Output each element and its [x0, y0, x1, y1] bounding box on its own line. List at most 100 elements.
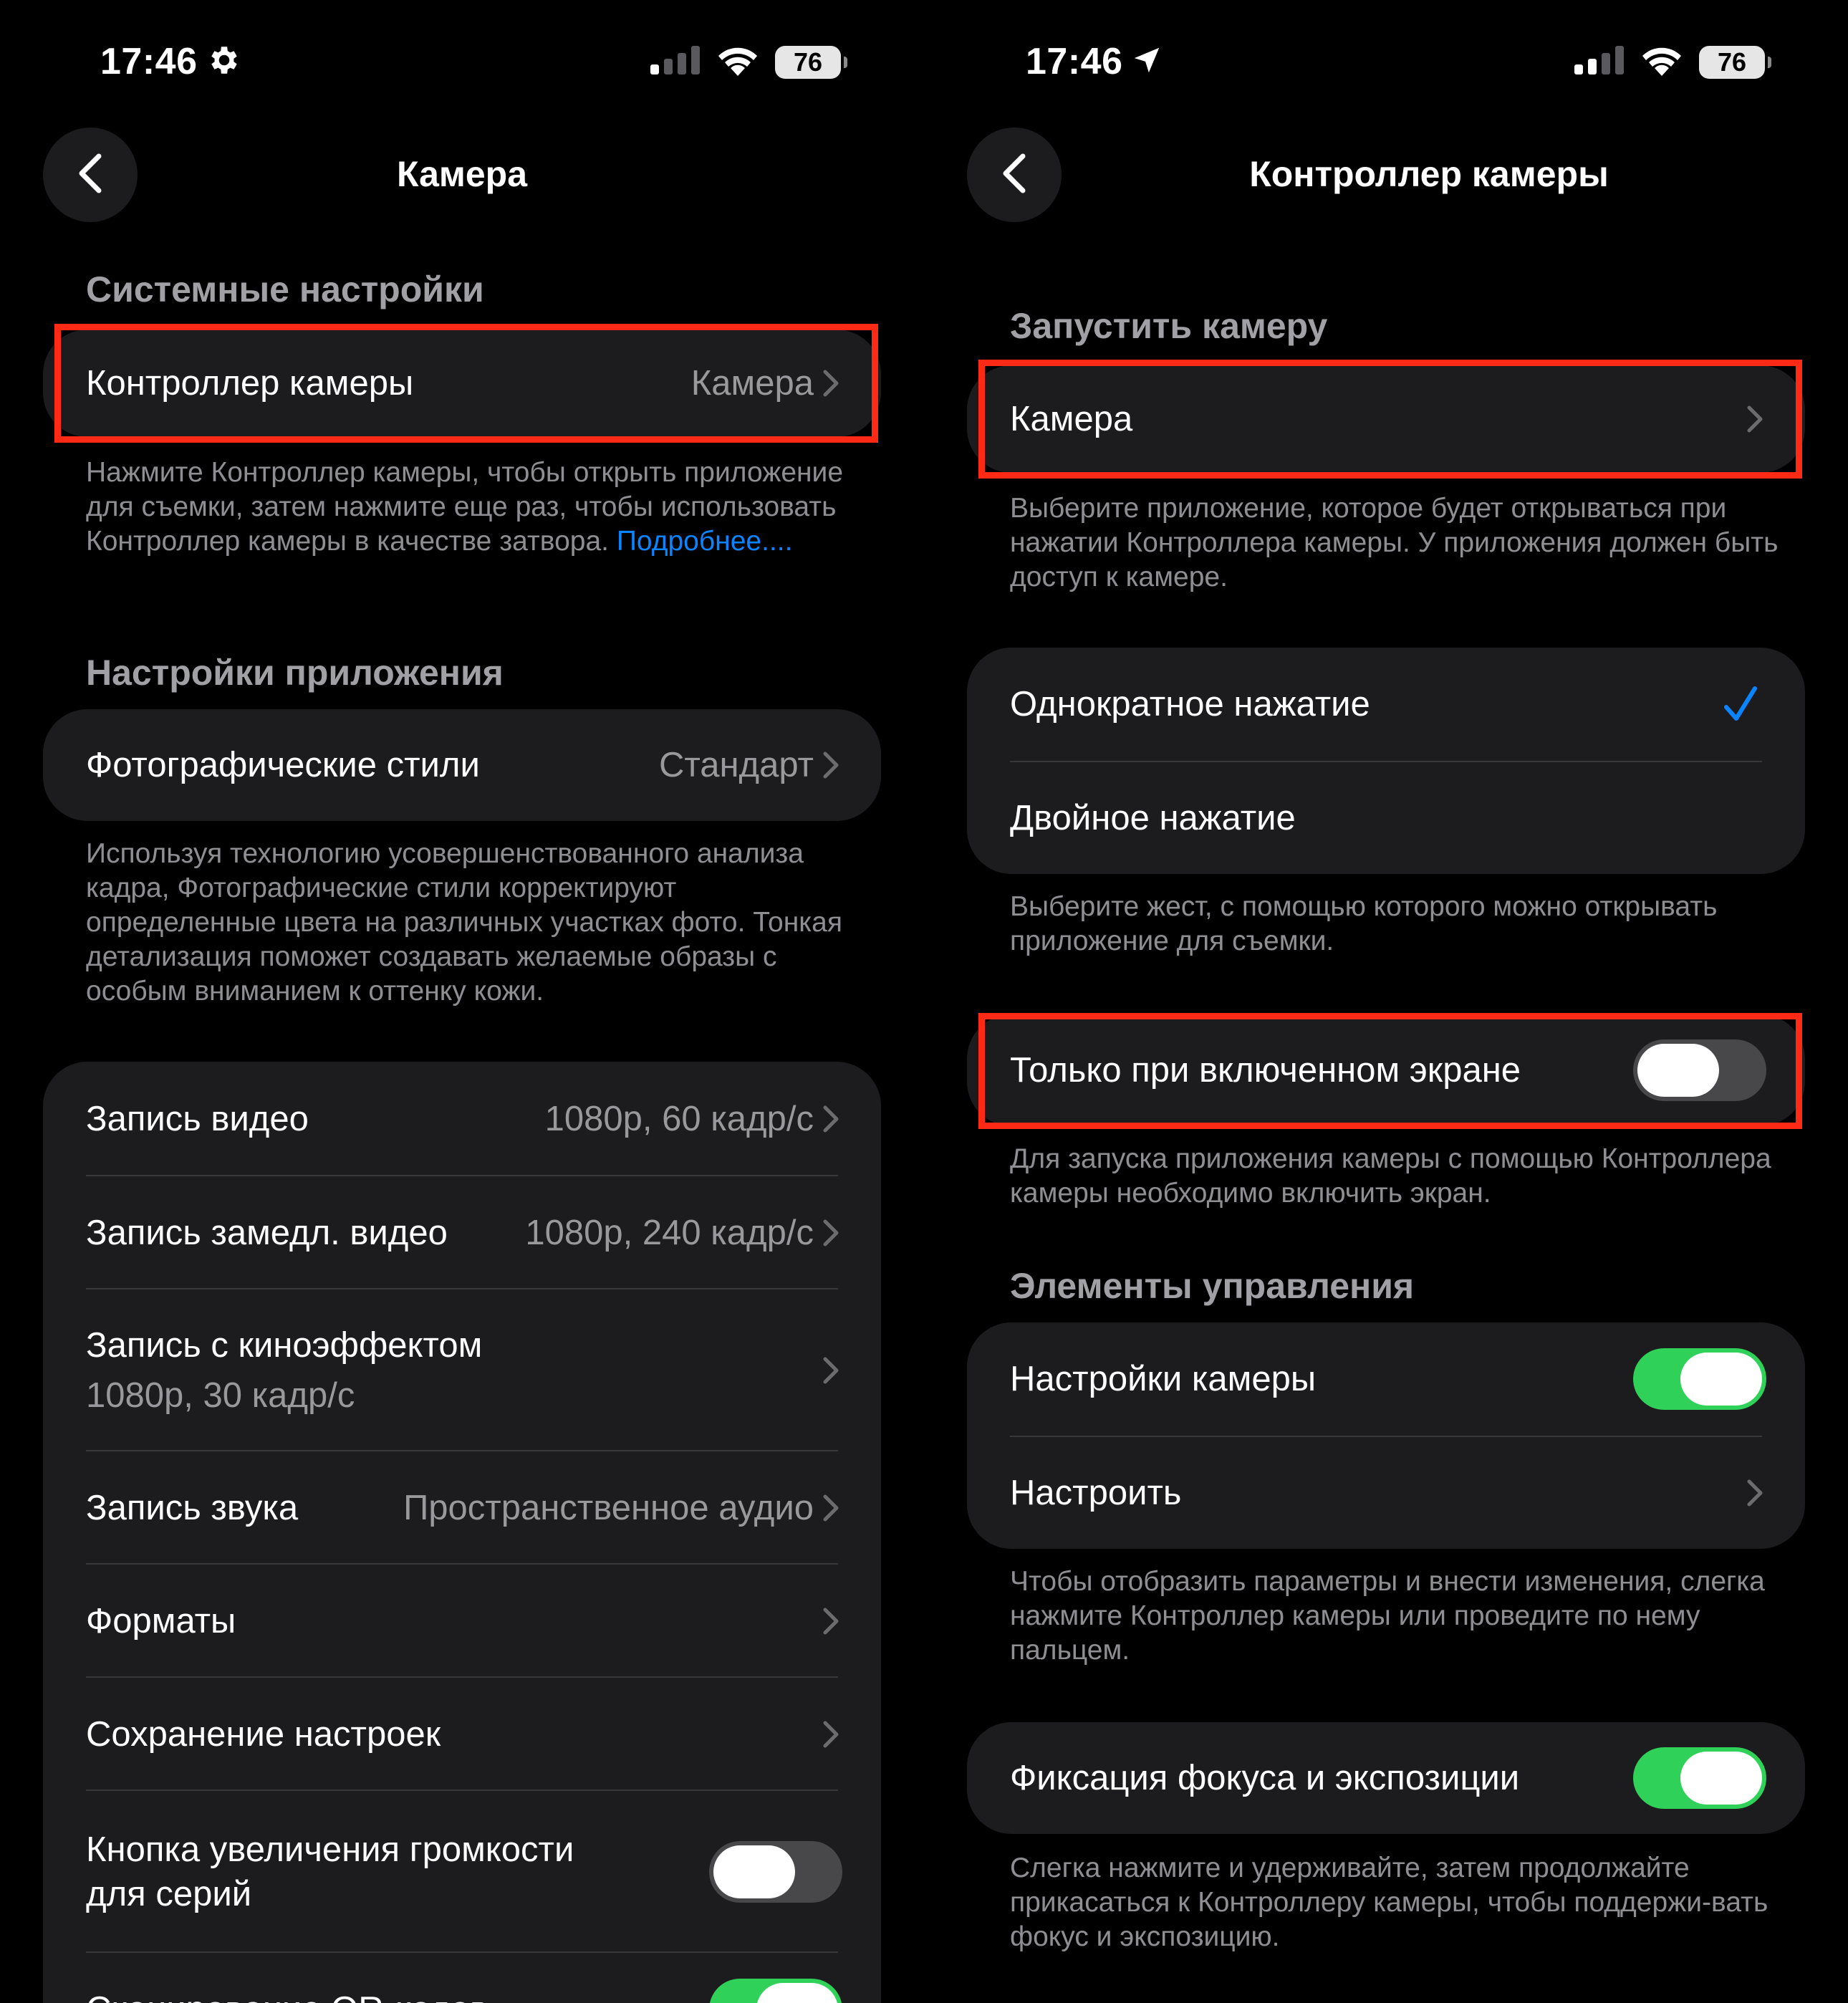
record-video-row[interactable]: Запись видео 1080p, 60 кадр/с: [43, 1062, 881, 1176]
section-header-controls: Элементы управления: [1010, 1266, 1415, 1306]
chevron-right-icon: [822, 1219, 839, 1251]
status-time: 17:46: [100, 41, 198, 82]
section-header-system: Системные настройки: [86, 269, 484, 309]
row-label-line2: для серий: [86, 1875, 252, 1913]
footnote-gesture: Выберите жест, с помощью которого можно …: [1010, 891, 1718, 956]
row-label: Только при включенном экране: [1010, 1051, 1521, 1090]
camera-controller-screen: 17:46 76 Контроллер камеры Запустить кам…: [924, 0, 1848, 2003]
row-value: Пространственное аудио: [403, 1489, 814, 1527]
screen-on-only-toggle[interactable]: [1633, 1039, 1766, 1101]
learn-more-link[interactable]: Подробнее....: [617, 526, 793, 557]
section-header-app: Настройки приложения: [86, 653, 504, 693]
row-label: Настроить: [1010, 1474, 1182, 1512]
wifi-icon: [1640, 44, 1683, 80]
toggle-knob: [756, 1983, 838, 2003]
camera-controller-row[interactable]: Контроллер камеры Камера: [43, 330, 881, 437]
photo-styles-row-content: Фотографические стили Стандарт: [43, 709, 881, 821]
status-bar-left-group: 17:46: [100, 40, 242, 83]
gear-icon: [206, 42, 242, 82]
record-audio-row[interactable]: Запись звука Пространственное аудио: [43, 1451, 881, 1565]
single-press-option[interactable]: Однократное нажатие: [967, 648, 1805, 761]
chevron-right-icon: [822, 1356, 839, 1388]
screen-on-only-row-content: Только при включенном экране: [967, 1014, 1805, 1126]
volume-burst-toggle[interactable]: [709, 1841, 842, 1903]
status-time: 17:46: [1026, 41, 1123, 82]
camera-app-row[interactable]: Камера: [967, 365, 1805, 473]
toggle-knob: [1680, 1752, 1762, 1805]
chevron-right-icon: [822, 1105, 839, 1137]
footnote-focus: Слегка нажмите и удерживайте, затем прод…: [1010, 1853, 1768, 1952]
camera-settings-toggle[interactable]: [1633, 1348, 1766, 1410]
row-label: Однократное нажатие: [1010, 685, 1370, 724]
row-value: Камера: [690, 364, 814, 403]
row-label: Двойное нажатие: [1010, 799, 1296, 837]
record-cinematic-row[interactable]: Запись с киноэффектом 1080p, 30 кадр/с: [43, 1289, 881, 1451]
volume-burst-row: Кнопка увеличения громкости для серий: [43, 1791, 881, 1953]
camera-app-row-content: Камера: [967, 365, 1805, 473]
row-label: Запись с киноэффектом: [86, 1326, 483, 1365]
footnote-screen: Для запуска приложения камеры с помощью …: [1010, 1143, 1771, 1209]
location-arrow-icon: [1130, 44, 1163, 80]
row-label: Форматы: [86, 1602, 236, 1641]
row-label: Кнопка увеличения громкости: [86, 1830, 574, 1869]
chevron-right-icon: [822, 1494, 839, 1526]
formats-row[interactable]: Форматы: [43, 1565, 881, 1678]
row-value: 1080p, 30 кадр/с: [86, 1376, 355, 1415]
battery-indicator: 76: [1699, 45, 1771, 79]
row-label: Сканирование QR-кодов: [86, 1989, 489, 2003]
row-value: 1080p, 60 кадр/с: [544, 1100, 814, 1138]
row-label: Фиксация фокуса и экспозиции: [1010, 1759, 1520, 1797]
record-slomo-row[interactable]: Запись замедл. видео 1080p, 240 кадр/с: [43, 1176, 881, 1289]
double-press-option[interactable]: Двойное нажатие: [967, 762, 1805, 874]
toggle-knob: [1637, 1044, 1719, 1097]
screen-on-only-row: Только при включенном экране: [967, 1014, 1805, 1126]
row-label: Настройки камеры: [1010, 1360, 1317, 1398]
toggle-knob: [1680, 1353, 1762, 1406]
status-bar-left-group: 17:46: [1026, 40, 1163, 83]
page-title: Контроллер камеры: [1249, 154, 1609, 194]
recording-settings-list: Запись видео 1080p, 60 кадр/с Запись зам…: [43, 1062, 881, 2003]
preserve-settings-row[interactable]: Сохранение настроек: [43, 1678, 881, 1791]
row-label: Сохранение настроек: [86, 1715, 441, 1754]
row-value: 1080p, 240 кадр/с: [525, 1214, 814, 1252]
checkmark-icon: [1723, 684, 1758, 728]
row-label: Камера: [1010, 400, 1133, 438]
status-icons: 76: [650, 44, 847, 80]
focus-lock-row-content: Фиксация фокуса и экспозиции: [967, 1722, 1805, 1834]
scan-qr-row: Сканирование QR-кодов: [43, 1953, 881, 2003]
chevron-right-icon: [822, 1720, 839, 1752]
battery-indicator: 76: [775, 45, 847, 79]
chevron-right-icon: [822, 751, 839, 783]
page-title: Камера: [396, 154, 528, 194]
camera-settings-row: Настройки камеры: [967, 1322, 1805, 1436]
row-label: Фотографические стили: [86, 746, 480, 784]
section-header-launch: Запустить камеру: [1010, 306, 1328, 346]
footnote-controls: Чтобы отобразить параметры и внести изме…: [1010, 1566, 1765, 1666]
status-icons: 76: [1574, 44, 1771, 80]
row-label: Контроллер камеры: [86, 364, 414, 403]
press-gesture-group: Однократное нажатие Двойное нажатие: [967, 648, 1805, 874]
footnote-app: Выберите приложение, которое будет откры…: [1010, 493, 1779, 592]
photo-styles-row[interactable]: Фотографические стили Стандарт: [43, 709, 881, 821]
chevron-right-icon: [822, 1607, 839, 1639]
row-value: Стандарт: [658, 746, 814, 784]
focus-lock-row: Фиксация фокуса и экспозиции: [967, 1722, 1805, 1834]
wifi-icon: [716, 44, 759, 80]
scan-qr-toggle[interactable]: [709, 1979, 842, 2003]
row-label: Запись видео: [86, 1100, 309, 1138]
camera-settings-screen: 17:46 76 Камера Системные настройки Конт…: [0, 0, 924, 2003]
customize-row[interactable]: Настроить: [967, 1437, 1805, 1549]
cellular-signal-icon: [1574, 46, 1625, 78]
chevron-right-icon: [1746, 1479, 1763, 1511]
camera-controller-row-content: Контроллер камеры Камера: [43, 330, 881, 437]
row-label: Запись звука: [86, 1489, 299, 1527]
cellular-signal-icon: [650, 46, 701, 78]
controls-group: Настройки камеры Настроить: [967, 1322, 1805, 1549]
row-label: Запись замедл. видео: [86, 1214, 448, 1252]
chevron-right-icon: [822, 369, 839, 401]
chevron-right-icon: [1746, 405, 1763, 437]
focus-lock-toggle[interactable]: [1633, 1747, 1766, 1809]
footnote-styles: Используя технологию усовершенствованног…: [86, 838, 842, 1007]
footnote-controller: Нажмите Контроллер камеры, чтобы открыть…: [86, 456, 860, 559]
toggle-knob: [713, 1845, 795, 1898]
